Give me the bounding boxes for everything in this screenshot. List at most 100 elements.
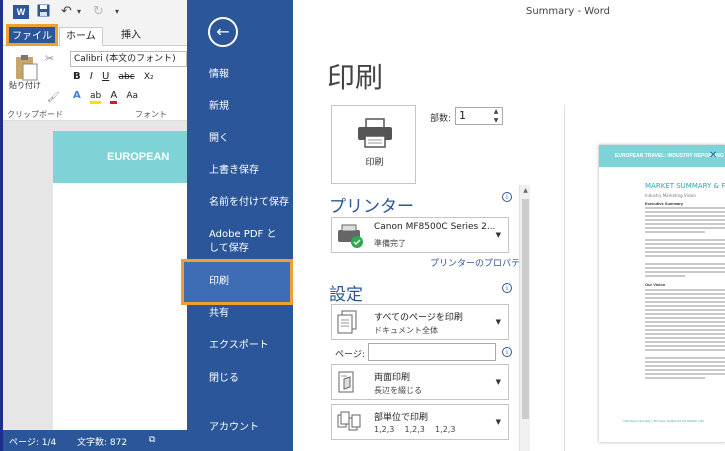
preview-text-line xyxy=(645,365,725,367)
preview-footer: 100 Travel Society | 5th Ave, California… xyxy=(623,419,704,423)
preview-text-line xyxy=(645,333,725,335)
pages-label: ページ: xyxy=(335,350,365,360)
collate-icon xyxy=(337,411,361,431)
word-document-window: W ↶ ▾ ↻ ▾ ファイル ホーム 挿入 貼り付け ✂ 🖌 クリップボード C… xyxy=(0,0,187,451)
printer-properties-link[interactable]: プリンターのプロパティ xyxy=(430,256,528,269)
printer-name: Canon MF8500C Series 2... xyxy=(374,222,496,232)
preview-subtitle: Industry Marketing Vision xyxy=(645,193,696,198)
scroll-up-icon[interactable]: ▲ xyxy=(520,185,531,196)
collate-detail: 1,2,3 1,2,3 1,2,3 xyxy=(374,425,456,434)
nav-print[interactable]: 印刷 xyxy=(181,259,293,305)
collate-dropdown[interactable]: 部単位で印刷 1,2,3 1,2,3 1,2,3 ▼ xyxy=(331,404,509,440)
pages-input[interactable] xyxy=(368,343,496,361)
chevron-down-icon: ▼ xyxy=(495,378,501,386)
preview-text-line xyxy=(645,227,725,229)
nav-share[interactable]: 共有 xyxy=(187,307,293,321)
nav-save-as-adobe-pdf[interactable]: Adobe PDF として保存 xyxy=(187,228,283,256)
preview-text-line xyxy=(645,309,725,311)
paste-label[interactable]: 貼り付け xyxy=(9,80,41,91)
nav-close[interactable]: 閉じる xyxy=(187,372,293,386)
undo-dropdown-icon[interactable]: ▾ xyxy=(77,4,81,20)
copies-stepper[interactable]: ▲ ▼ xyxy=(489,107,503,125)
customize-qat-icon[interactable]: ▾ xyxy=(115,4,119,20)
change-case-button[interactable]: Aa xyxy=(126,91,138,101)
text-effects-button[interactable]: A xyxy=(73,90,81,101)
nav-open[interactable]: 開く xyxy=(187,132,293,146)
bold-button[interactable]: B xyxy=(73,71,81,82)
ribbon-home: 貼り付け ✂ 🖌 クリップボード Calibri (本文のフォント) B I U… xyxy=(3,46,187,121)
preview-text-line xyxy=(645,231,705,233)
strikethrough-button[interactable]: abc xyxy=(118,72,134,82)
page-count[interactable]: ページ: 1/4 xyxy=(9,435,56,448)
printer-heading: プリンター xyxy=(329,197,414,217)
preview-text-line xyxy=(645,297,725,299)
format-painter-icon[interactable]: 🖌 xyxy=(47,92,60,103)
preview-text-line xyxy=(645,255,725,257)
print-preview-page: EUROPEAN TRAVEL: INDUSTRY REPORTING ✕ MA… xyxy=(599,145,725,442)
nav-info[interactable]: 情報 xyxy=(187,68,293,82)
subscript-button[interactable]: X₂ xyxy=(144,72,154,82)
collate-label: 部単位で印刷 xyxy=(374,413,429,423)
nav-new[interactable]: 新規 xyxy=(187,100,293,114)
font-name-box[interactable]: Calibri (本文のフォント) xyxy=(70,51,187,67)
preview-text-line xyxy=(645,275,685,277)
font-color-button[interactable]: A xyxy=(110,90,118,104)
preview-text-line xyxy=(645,247,725,249)
document-header-band: EUROPEAN xyxy=(53,131,187,183)
proofing-icon[interactable]: ⧉ xyxy=(149,435,155,445)
preview-text-line xyxy=(645,251,725,253)
underline-button[interactable]: U xyxy=(102,71,109,82)
copies-label: 部数: xyxy=(430,114,452,124)
preview-text-line xyxy=(645,361,725,363)
format-row-2: A ab A Aa xyxy=(73,90,144,104)
pages-info-icon[interactable]: i xyxy=(502,347,512,357)
document-canvas: EUROPEAN xyxy=(3,121,187,430)
settings-scrollbar[interactable]: ▲ xyxy=(519,185,530,451)
chevron-down-icon: ▼ xyxy=(495,231,501,239)
nav-save[interactable]: 上書き保存 xyxy=(187,164,293,178)
highlight-button[interactable]: ab xyxy=(89,91,102,104)
save-icon[interactable] xyxy=(37,4,50,22)
tab-insert[interactable]: 挿入 xyxy=(115,27,147,46)
printer-info-icon[interactable]: i xyxy=(502,192,512,202)
preview-text-line xyxy=(645,313,725,315)
nav-save-as[interactable]: 名前を付けて保存 xyxy=(187,196,293,210)
preview-text-line xyxy=(645,207,725,209)
scroll-thumb[interactable] xyxy=(522,199,529,419)
duplex-dropdown[interactable]: 両面印刷 長辺を綴じる ▼ xyxy=(331,364,509,400)
redo-icon[interactable]: ↻ xyxy=(93,4,104,20)
preview-text-line xyxy=(645,215,725,217)
preview-text-line xyxy=(645,243,725,245)
preview-text-line xyxy=(645,341,725,343)
preview-text-line xyxy=(645,301,725,303)
document-page[interactable]: EUROPEAN xyxy=(53,131,187,430)
print-range-dropdown[interactable]: すべてのページを印刷 ドキュメント全体 ▼ xyxy=(331,304,509,340)
font-group-label: フォント xyxy=(135,110,167,119)
word-count[interactable]: 文字数: 872 xyxy=(77,435,127,448)
undo-icon[interactable]: ↶ xyxy=(61,4,72,20)
cut-icon[interactable]: ✂ xyxy=(45,52,54,65)
print-button-label: 印刷 xyxy=(365,158,384,168)
preview-text-line xyxy=(645,219,725,221)
tab-home[interactable]: ホーム xyxy=(59,27,103,46)
nav-export[interactable]: エクスポート xyxy=(187,339,293,353)
printer-dropdown[interactable]: Canon MF8500C Series 2... 準備完了 ▼ xyxy=(331,217,509,253)
quick-access-toolbar: W ↶ ▾ ↻ ▾ xyxy=(3,0,187,24)
preview-text-line xyxy=(645,239,725,241)
settings-info-icon[interactable]: i xyxy=(502,283,512,293)
paste-icon[interactable] xyxy=(13,54,39,82)
printer-device-icon xyxy=(338,224,363,248)
tab-file[interactable]: ファイル xyxy=(6,24,58,46)
print-button[interactable]: 印刷 xyxy=(331,105,416,184)
backstage-nav: ← 情報 新規 開く 上書き保存 名前を付けて保存 Adobe PDF として保… xyxy=(181,0,293,451)
nav-account[interactable]: アカウント xyxy=(187,421,293,435)
chevron-down-icon: ▼ xyxy=(495,318,501,326)
print-range-detail: ドキュメント全体 xyxy=(374,326,438,335)
logo-icon: ✕ xyxy=(709,150,718,161)
format-row-1: B I U abc X₂ xyxy=(73,71,160,82)
printer-icon xyxy=(358,118,392,148)
preview-section-heading: Our Vision xyxy=(645,282,666,287)
back-arrow-icon[interactable]: ← xyxy=(208,17,238,47)
italic-button[interactable]: I xyxy=(90,71,93,82)
chevron-down-icon: ▼ xyxy=(495,418,501,426)
